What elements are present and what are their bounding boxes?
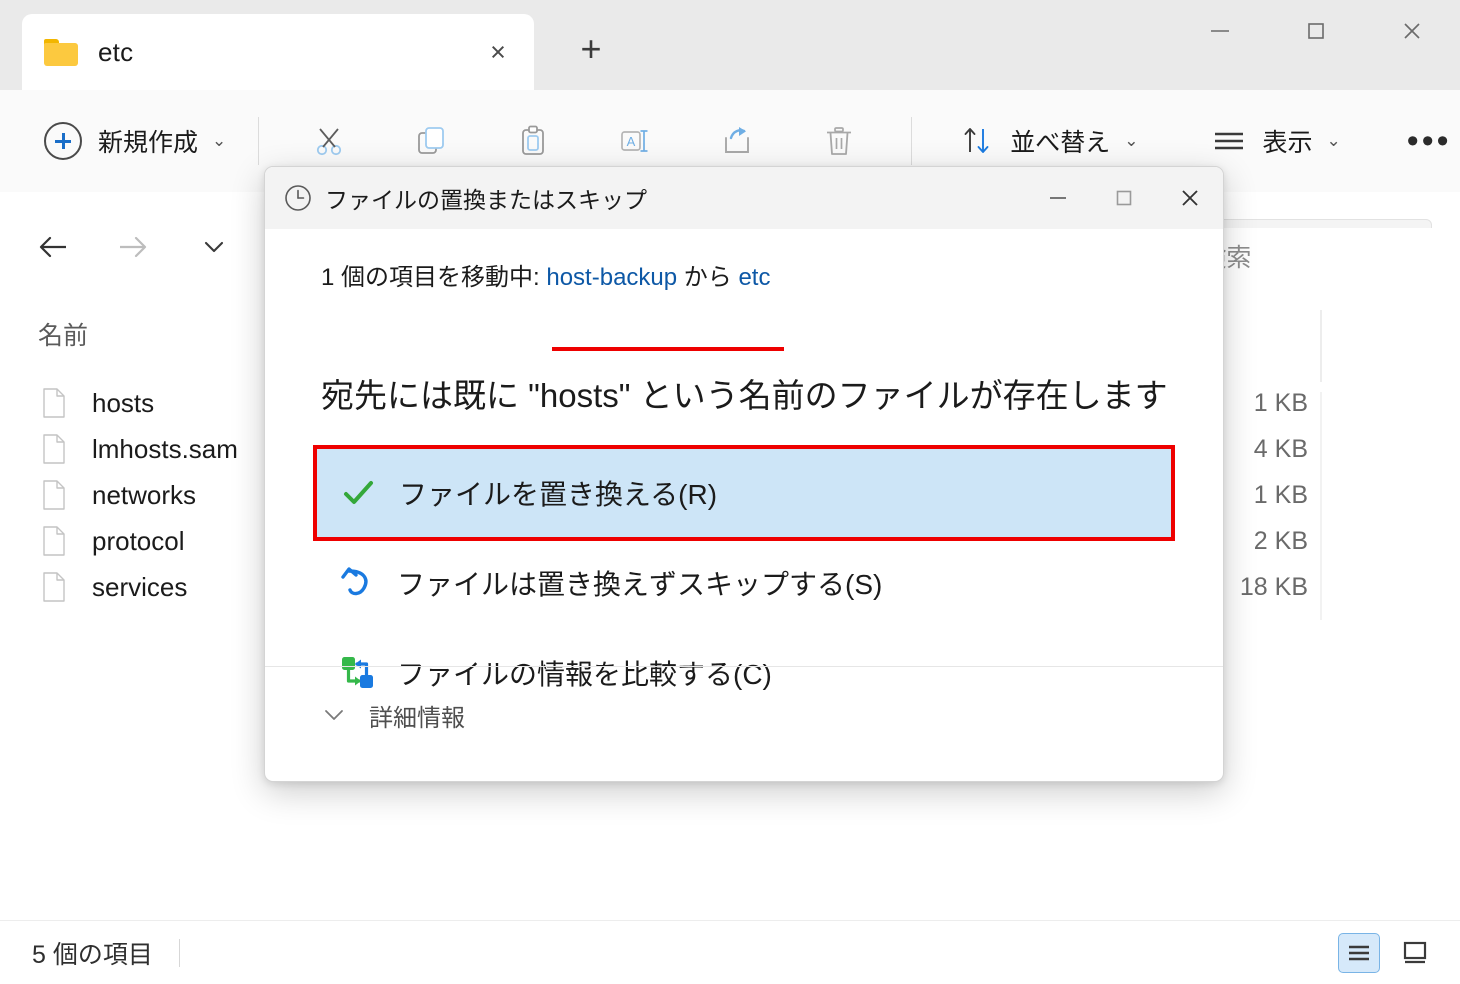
source-folder-link[interactable]: host-backup [546,264,677,291]
new-item-label: 新規作成 [98,129,199,157]
toolbar-divider-2 [911,117,913,165]
large-icons-view-icon[interactable] [1394,933,1436,973]
rename-button[interactable]: A [603,112,667,170]
annotation-underline [552,347,784,351]
svg-text:A: A [627,134,636,149]
file-conflict-dialog: ファイルの置換またはスキップ 1 個の項目を移動中: host-backup か… [264,166,1224,782]
destination-folder-link[interactable]: etc [738,264,770,291]
sort-label: 並べ替え [1010,129,1111,157]
new-tab-button[interactable]: + [566,24,616,74]
file-icon [42,480,66,510]
file-name: hosts [92,387,155,418]
file-name: networks [92,479,197,510]
dialog-close-icon[interactable] [1157,167,1223,229]
sort-icon [964,128,989,153]
view-button[interactable]: 表示 ⌄ [1205,112,1347,170]
option-replace-label: ファイルを置き換える(R) [399,479,718,510]
option-skip-label: ファイルは置き換えずスキップする(S) [397,569,883,600]
plus-circle-icon [44,122,82,160]
folder-icon [44,38,78,66]
close-tab-icon[interactable]: × [480,34,516,70]
view-lines-icon [1214,132,1243,150]
status-bar: 5 個の項目 [0,920,1460,984]
new-item-button[interactable]: 新規作成 ⌄ [36,113,234,169]
chevron-down-icon [321,703,347,729]
copy-button[interactable] [399,112,463,170]
item-count-label: 5 個の項目 [32,940,153,969]
dialog-title: ファイルの置換またはスキップ [325,187,647,213]
tab-label: etc [98,36,134,67]
more-options-button[interactable]: ••• [1407,112,1452,170]
dialog-window-controls [1025,167,1223,229]
option-skip-file[interactable]: ファイルは置き換えずスキップする(S) [315,554,1173,612]
file-name: services [92,571,188,602]
dialog-body: 1 個の項目を移動中: host-backup から etc 宛先には既に "h… [265,229,1223,690]
checkmark-icon [335,470,381,516]
minimize-icon[interactable] [1172,0,1268,62]
skip-undo-icon [335,560,381,606]
arrow-left-icon[interactable] [28,221,80,273]
file-icon [42,434,66,464]
file-icon [42,526,66,556]
more-details-toggle[interactable]: 詳細情報 [321,698,465,733]
view-toggle-group [1338,932,1436,973]
close-window-icon[interactable] [1364,0,1460,62]
file-name: lmhosts.sam [92,433,238,464]
delete-button[interactable] [807,112,871,170]
column-header-name[interactable]: 名前 [38,316,88,352]
arrow-right-icon[interactable] [106,221,158,273]
chevron-down-icon: ⌄ [1326,131,1341,150]
window-controls [1172,0,1460,62]
more-details-label: 詳細情報 [369,705,465,732]
maximize-icon[interactable] [1268,0,1364,62]
move-summary: 1 個の項目を移動中: host-backup から etc [321,257,770,292]
option-replace-file[interactable]: ファイルを置き換える(R) [313,445,1175,541]
dialog-maximize-icon[interactable] [1091,167,1157,229]
tab-etc[interactable]: etc × [22,14,534,90]
view-label: 表示 [1262,129,1313,157]
paste-button[interactable] [501,112,565,170]
status-divider [178,938,180,967]
cut-button[interactable] [297,112,361,170]
conflict-question: 宛先には既に "hosts" という名前のファイルが存在します [321,377,1168,414]
details-view-icon[interactable] [1338,932,1380,973]
dialog-title-bar: ファイルの置換またはスキップ [265,167,1223,229]
toolbar-divider [258,117,260,165]
move-summary-mid: から [677,264,739,291]
chevron-down-icon[interactable] [188,221,240,273]
option-compare-label: ファイルの情報を比較する(C) [397,659,772,690]
move-summary-prefix: 1 個の項目を移動中: [321,264,547,291]
file-icon [42,572,66,602]
chevron-down-icon: ⌄ [1124,131,1139,150]
option-compare-files[interactable]: ファイルの情報を比較する(C) [315,644,1173,702]
dialog-footer-divider [265,666,1223,667]
title-bar: etc × + [0,0,1460,90]
file-icon [42,388,66,418]
compare-files-icon [335,650,381,696]
dialog-minimize-icon[interactable] [1025,167,1091,229]
file-name: protocol [92,525,185,556]
clock-icon [283,183,313,213]
sort-button[interactable]: 並べ替え ⌄ [954,112,1144,170]
chevron-down-icon: ⌄ [212,131,227,150]
file-explorer-window: etc × + 新規作成 ⌄ A 並べ替え ⌄ 表示 ⌄ ••• 名前 host… [0,0,1460,984]
column-divider [1320,310,1322,382]
share-button[interactable] [705,112,769,170]
